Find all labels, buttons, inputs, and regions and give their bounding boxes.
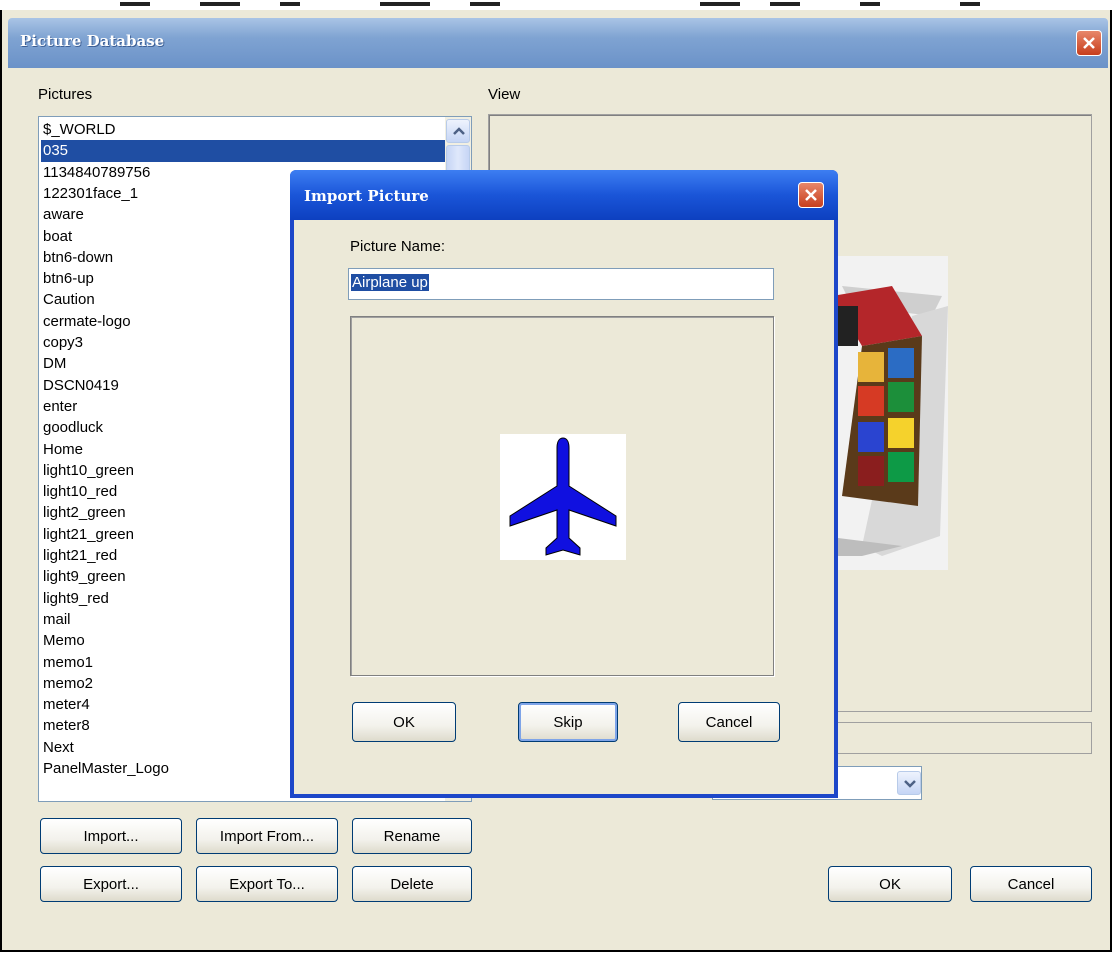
dialog-body: Picture Name: Airplane up OK Skip Cancel [294,220,834,794]
window-title: Picture Database [20,32,165,50]
view-status-field [828,722,1092,754]
picture-name-value: Airplane up [351,274,429,291]
import-picture-dialog: Import Picture Picture Name: Airplane up… [290,170,838,798]
airplane-icon [509,437,617,556]
import-button[interactable]: Import... [40,818,182,854]
dropdown-button[interactable] [897,771,921,795]
export-to-button[interactable]: Export To... [196,866,338,902]
cancel-button[interactable]: Cancel [970,866,1092,902]
picture-list-item[interactable]: 035 [41,140,445,162]
ok-button[interactable]: OK [828,866,952,902]
dialog-cancel-button[interactable]: Cancel [678,702,780,742]
picture-name-input[interactable]: Airplane up [348,268,774,300]
close-icon [1083,37,1095,49]
toolbar-fragment [770,2,800,6]
picture-list-item[interactable]: $_WORLD [41,119,445,140]
toolbar-fragment [960,2,980,6]
rename-button[interactable]: Rename [352,818,472,854]
delete-button[interactable]: Delete [352,866,472,902]
pictures-label: Pictures [38,86,93,103]
cube-image-graphic [822,256,948,570]
scroll-up-button[interactable] [446,119,470,143]
toolbar-fragment [120,2,150,6]
toolbar-fragment [860,2,880,6]
airplane-preview-image [500,434,626,560]
background-toolbar-strip [0,0,1116,10]
toolbar-fragment [700,2,740,6]
window-title-bar: Picture Database [8,18,1108,68]
window-close-button[interactable] [1076,30,1102,56]
toolbar-fragment [200,2,240,6]
chevron-up-icon [453,127,465,135]
dialog-close-button[interactable] [798,182,824,208]
toolbar-fragment [380,2,430,6]
import-from-button[interactable]: Import From... [196,818,338,854]
chevron-down-icon [904,780,916,788]
preview-cube-image [822,256,948,570]
dialog-title: Import Picture [304,187,429,205]
dialog-title-bar: Import Picture [290,170,838,220]
dialog-skip-button[interactable]: Skip [518,702,618,742]
toolbar-fragment [470,2,500,6]
export-button[interactable]: Export... [40,866,182,902]
dialog-ok-button[interactable]: OK [352,702,456,742]
close-icon [805,189,817,201]
view-label: View [488,86,521,103]
picture-name-label: Picture Name: [350,238,446,255]
toolbar-fragment [280,2,300,6]
